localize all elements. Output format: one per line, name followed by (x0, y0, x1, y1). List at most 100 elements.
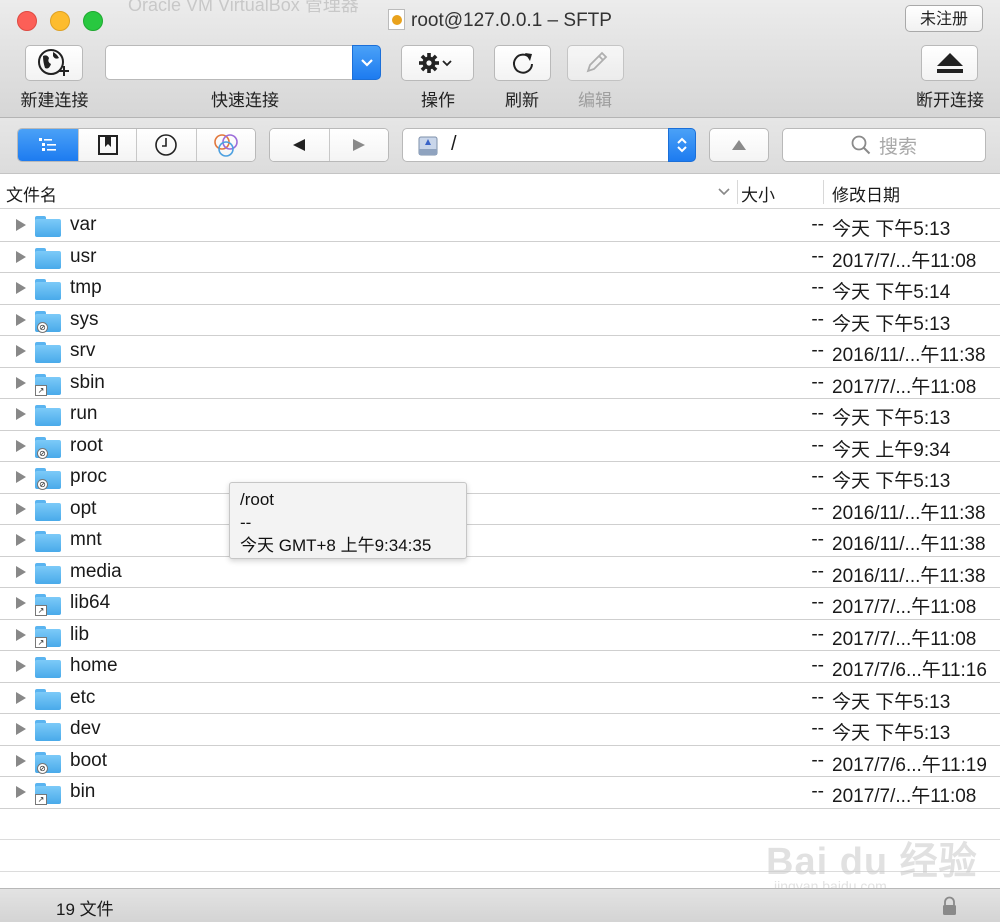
disclosure-triangle-icon[interactable] (16, 471, 26, 483)
column-header-modified[interactable]: 修改日期 (832, 181, 900, 206)
register-button[interactable]: 未注册 (905, 5, 983, 32)
file-list-header: 文件名 大小 修改日期 (0, 175, 1000, 209)
quick-connect-label: 快速连接 (211, 91, 279, 111)
file-row[interactable]: var -- 今天 下午5:13 (0, 210, 1000, 242)
file-row[interactable]: usr -- 2017/7/...午11:08 (0, 242, 1000, 273)
disclosure-triangle-icon[interactable] (16, 660, 26, 672)
disclosure-triangle-icon[interactable] (16, 628, 26, 641)
browser-view-tab[interactable] (18, 129, 80, 161)
file-row[interactable]: opt -- 2016/11/...午11:38 (0, 494, 1000, 525)
file-row[interactable]: ⊘ root -- 今天 上午9:34 (0, 431, 1000, 462)
disclosure-triangle-icon[interactable] (16, 250, 26, 263)
triangle-right-icon (352, 139, 365, 151)
file-modified-date: 今天 下午5:13 (832, 723, 951, 744)
disclosure-triangle-icon[interactable] (16, 597, 26, 609)
disclosure-triangle-icon[interactable] (16, 754, 26, 767)
disconnect-button[interactable] (921, 45, 978, 81)
disclosure-triangle-icon[interactable] (16, 534, 26, 546)
file-row[interactable]: run -- 今天 下午5:13 (0, 399, 1000, 431)
column-header-size[interactable]: 大小 (741, 181, 775, 206)
gear-icon (418, 53, 452, 73)
file-name: sys (70, 308, 99, 330)
document-proxy-icon[interactable] (388, 9, 406, 30)
file-row[interactable]: etc -- 今天 下午5:13 (0, 683, 1000, 714)
file-modified-date: 2016/11/...午11:38 (832, 565, 986, 587)
quick-connect-input[interactable] (105, 45, 353, 80)
file-name: opt (70, 497, 97, 519)
file-modified-date: 今天 下午5:13 (832, 691, 951, 713)
path-dropdown-button[interactable] (668, 128, 696, 162)
refresh-label: 刷新 (505, 91, 539, 111)
current-path: / (451, 133, 457, 155)
edit-button[interactable] (567, 45, 624, 81)
file-row[interactable]: ⊘ boot -- 2017/7/6...午11:19 (0, 746, 1000, 777)
file-name: etc (70, 686, 96, 708)
lock-icon[interactable] (941, 896, 958, 916)
file-modified-date: 今天 下午5:13 (832, 313, 951, 335)
no-access-icon: ⊘ (37, 447, 48, 459)
path-selector[interactable]: / (402, 128, 695, 162)
search-field[interactable]: 搜索 (782, 128, 986, 162)
eject-icon (936, 53, 963, 73)
refresh-button[interactable] (494, 45, 551, 81)
disclosure-triangle-icon[interactable] (16, 786, 26, 798)
disclosure-triangle-icon[interactable] (16, 408, 26, 420)
globe-add-icon (38, 49, 69, 76)
disclosure-triangle-icon[interactable] (16, 219, 26, 231)
file-row[interactable]: ↗ lib64 -- 2017/7/...午11:08 (0, 588, 1000, 620)
action-label: 操作 (421, 91, 455, 111)
refresh-icon (512, 53, 533, 74)
disclosure-triangle-icon[interactable] (16, 565, 26, 578)
disclosure-triangle-icon[interactable] (16, 282, 26, 294)
edit-label: 编辑 (578, 91, 612, 111)
file-row[interactable]: mnt -- 2016/11/...午11:38 (0, 525, 1000, 557)
file-name: bin (70, 781, 96, 802)
parent-directory-button[interactable] (709, 128, 769, 162)
file-row[interactable]: home -- 2017/7/6...午11:16 (0, 651, 1000, 683)
file-row[interactable]: media -- 2016/11/...午11:38 (0, 557, 1000, 588)
file-row[interactable]: ↗ lib -- 2017/7/...午11:08 (0, 620, 1000, 651)
file-row[interactable]: ⊘ sys -- 今天 下午5:13 (0, 305, 1000, 336)
no-access-icon: ⊘ (37, 321, 48, 333)
bookmark-book-icon (97, 135, 118, 155)
back-button[interactable] (270, 129, 330, 161)
column-divider[interactable] (737, 180, 738, 204)
disclosure-triangle-icon[interactable] (16, 502, 26, 515)
outline-list-icon (39, 138, 57, 151)
quick-connect-dropdown[interactable] (352, 45, 381, 80)
file-count: 19 文件 (56, 900, 114, 919)
disclosure-triangle-icon[interactable] (16, 376, 26, 389)
window-toolbar: Oracle VM VirtualBox 管理器 root@127.0.0.1 … (0, 0, 1000, 118)
pencil-icon (586, 51, 607, 73)
bonjour-tab[interactable] (196, 129, 255, 161)
folder-icon (35, 499, 61, 521)
file-modified-date: 2017/7/...午11:08 (832, 597, 977, 618)
file-name: boot (70, 749, 107, 771)
disclosure-triangle-icon[interactable] (16, 313, 26, 326)
file-modified-date: 今天 下午5:13 (832, 471, 951, 492)
history-tab[interactable] (137, 129, 197, 161)
bookmarks-tab[interactable] (79, 129, 137, 161)
file-name: lib64 (70, 592, 111, 613)
file-row[interactable]: ↗ sbin -- 2017/7/...午11:08 (0, 368, 1000, 399)
clock-icon (155, 134, 178, 156)
history-navigation-control (269, 128, 389, 162)
file-row[interactable]: tmp -- 今天 下午5:14 (0, 273, 1000, 305)
new-connection-button[interactable] (25, 45, 83, 81)
column-header-name[interactable]: 文件名 (6, 181, 57, 206)
file-row[interactable]: dev -- 今天 下午5:13 (0, 714, 1000, 746)
file-name: dev (70, 718, 101, 739)
disclosure-triangle-icon[interactable] (16, 345, 26, 357)
alias-arrow-icon: ↗ (35, 384, 47, 396)
file-name: tmp (70, 277, 102, 298)
disclosure-triangle-icon[interactable] (16, 439, 26, 452)
disclosure-triangle-icon[interactable] (16, 691, 26, 704)
file-row[interactable]: srv -- 2016/11/...午11:38 (0, 336, 1000, 368)
file-row[interactable]: ⊘ proc -- 今天 下午5:13 (0, 462, 1000, 494)
column-divider[interactable] (823, 180, 824, 204)
forward-button[interactable] (329, 129, 388, 161)
disclosure-triangle-icon[interactable] (16, 723, 26, 735)
action-menu-button[interactable] (401, 45, 474, 81)
file-row[interactable]: ↗ bin -- 2017/7/...午11:08 (0, 777, 1000, 809)
file-size: -- (811, 781, 824, 802)
